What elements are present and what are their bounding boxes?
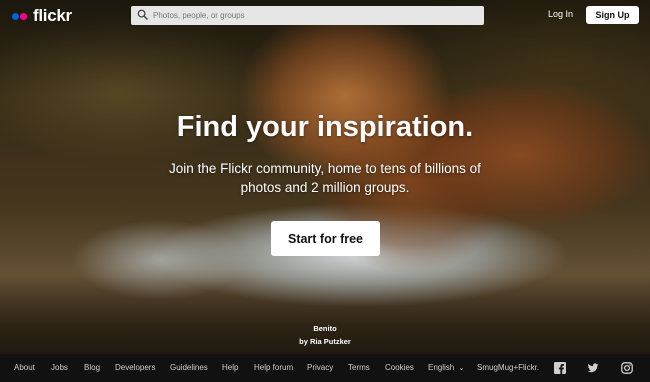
twitter-icon[interactable] <box>587 362 599 374</box>
logo-text: flickr <box>33 6 72 25</box>
search-input[interactable] <box>153 11 473 20</box>
flickr-dots-icon <box>12 12 27 20</box>
footer-bar: About Jobs Blog Developers Guidelines He… <box>0 354 650 382</box>
footer-link-guidelines[interactable]: Guidelines <box>170 363 208 372</box>
start-for-free-button[interactable]: Start for free <box>271 221 380 256</box>
footer-link-smugmug[interactable]: SmugMug+Flickr. <box>477 363 539 372</box>
facebook-icon[interactable] <box>554 362 566 374</box>
footer-link-developers[interactable]: Developers <box>115 363 155 372</box>
footer-link-privacy[interactable]: Privacy <box>307 363 333 372</box>
signup-button[interactable]: Sign Up <box>586 6 639 24</box>
instagram-icon[interactable] <box>621 362 633 374</box>
footer-link-jobs[interactable]: Jobs <box>51 363 68 372</box>
footer-link-blog[interactable]: Blog <box>84 363 100 372</box>
photo-author[interactable]: by Ria Putzker <box>0 335 650 348</box>
footer-link-help-forum[interactable]: Help forum <box>254 363 293 372</box>
language-label: English <box>428 363 455 372</box>
top-header: flickr Log In Sign Up <box>0 0 650 32</box>
hero-title: Find your inspiration. <box>176 111 474 143</box>
search-icon <box>137 7 148 25</box>
search-bar[interactable] <box>131 6 484 25</box>
photo-title[interactable]: Benito <box>0 322 650 335</box>
language-selector[interactable]: English ⌄ <box>428 363 464 372</box>
login-link[interactable]: Log In <box>548 9 573 19</box>
footer-link-help[interactable]: Help <box>222 363 238 372</box>
photo-credit: Benito by Ria Putzker <box>0 322 650 348</box>
flickr-logo[interactable]: flickr <box>12 6 72 26</box>
chevron-down-icon: ⌄ <box>458 365 465 372</box>
footer-link-about[interactable]: About <box>14 363 35 372</box>
footer-link-terms[interactable]: Terms <box>348 363 370 372</box>
footer-link-cookies[interactable]: Cookies <box>385 363 414 372</box>
hero-subtitle: Join the Flickr community, home to tens … <box>169 161 481 195</box>
